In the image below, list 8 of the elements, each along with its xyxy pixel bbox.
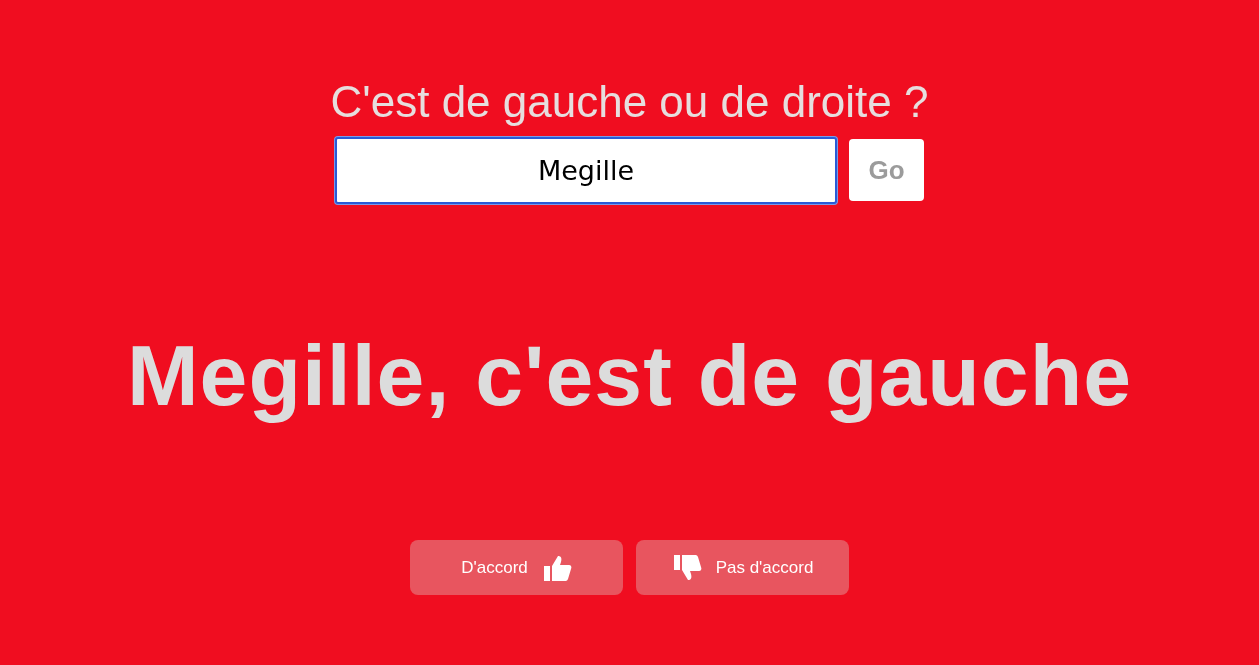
thumbs-up-icon: [541, 553, 572, 582]
result-heading: Megille, c'est de gauche: [126, 327, 1133, 423]
search-field[interactable]: Megille: [335, 136, 837, 204]
question-heading: C'est de gauche ou de droite ?: [330, 76, 929, 128]
agree-button[interactable]: D'accord: [410, 540, 623, 596]
go-button[interactable]: Go: [849, 139, 924, 202]
disagree-button[interactable]: Pas d'accord: [636, 540, 849, 596]
thumbs-down-icon: [671, 553, 702, 582]
